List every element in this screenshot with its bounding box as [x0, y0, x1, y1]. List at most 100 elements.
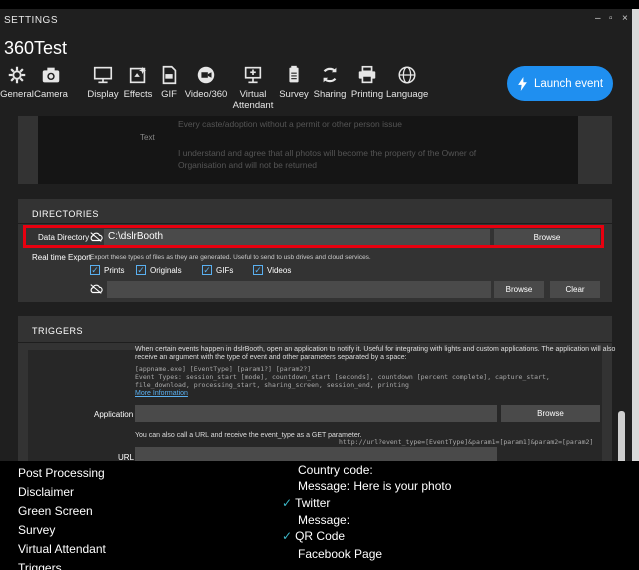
option-prints[interactable]: ✓ Prints: [90, 265, 124, 275]
launch-event-button[interactable]: Launch event: [507, 66, 613, 101]
tab-label: Sharing: [313, 89, 347, 100]
cloud-off-icon: [90, 284, 103, 294]
application-browse-button[interactable]: Browse: [501, 405, 600, 422]
qr-code-option[interactable]: ✓ QR Code: [282, 529, 345, 543]
tab-label: General: [0, 89, 34, 100]
effects-icon: [129, 66, 147, 84]
tab-video360[interactable]: Video/360: [184, 63, 228, 100]
highlight-box: [23, 225, 604, 248]
tab-label: Camera: [34, 89, 68, 100]
tab-effects[interactable]: Effects: [122, 63, 154, 100]
disclaimer-line[interactable]: Every caste/adoption without a permit or…: [178, 119, 402, 129]
gear-icon: [8, 66, 26, 84]
tab-label: GIF: [161, 89, 177, 100]
check-icon: ✓: [282, 496, 293, 510]
profile-name: 360Test: [4, 38, 68, 58]
sidebar-item-survey[interactable]: Survey: [18, 523, 55, 537]
tab-language[interactable]: Language: [386, 63, 428, 100]
realtime-export-description: Export these types of files as they are …: [90, 254, 371, 261]
background-settings-list: Post Processing Disclaimer Green Screen …: [0, 461, 639, 570]
tab-display[interactable]: Display: [86, 63, 120, 100]
monitor-icon: [93, 66, 113, 84]
application-label: Application: [94, 410, 134, 419]
gifs-checkbox[interactable]: ✓: [202, 265, 212, 275]
option-videos[interactable]: ✓ Videos: [253, 265, 291, 275]
url-input[interactable]: [135, 447, 497, 461]
url-description: You can also call a URL and receive the …: [135, 432, 362, 439]
tab-label: Language: [386, 89, 429, 100]
directories-title: DIRECTORIES: [32, 209, 99, 219]
settings-content: Text Every caste/adoption without a perm…: [0, 116, 632, 461]
realtime-clear-button[interactable]: Clear: [550, 281, 600, 298]
tab-general[interactable]: General: [0, 63, 34, 100]
option-originals[interactable]: ✓ Originals: [136, 265, 182, 275]
qr-code-label: QR Code: [295, 529, 346, 543]
disclaimer-line[interactable]: Organisation and will not be returned: [178, 160, 317, 170]
url-example: http://url?event_type=[EventType]&param1…: [339, 438, 594, 446]
minimize-button[interactable]: –: [595, 13, 601, 24]
realtime-browse-button[interactable]: Browse: [494, 281, 544, 298]
tab-sharing[interactable]: Sharing: [312, 63, 348, 100]
originals-checkbox[interactable]: ✓: [136, 265, 146, 275]
disclaimer-panel: Text Every caste/adoption without a perm…: [18, 116, 612, 184]
url-label: URL: [118, 453, 135, 461]
top-strip: [0, 0, 639, 9]
launch-event-label: Launch event: [533, 77, 604, 90]
triggers-panel: TRIGGERS When certain events happen in d…: [18, 316, 615, 461]
disclaimer-text-label: Text: [140, 133, 155, 142]
option-label: Prints: [104, 265, 125, 275]
realtime-export-path-input[interactable]: [107, 281, 491, 298]
tab-label: Virtual Attendant: [232, 89, 274, 111]
videos-checkbox[interactable]: ✓: [253, 265, 263, 275]
prints-checkbox[interactable]: ✓: [90, 265, 100, 275]
maximize-button[interactable]: ▫: [609, 13, 613, 24]
disclaimer-line[interactable]: I understand and agree that all photos w…: [178, 148, 476, 158]
directories-panel: DIRECTORIES Data Directory C:\dslrBooth …: [18, 199, 612, 302]
triggers-title: TRIGGERS: [32, 326, 84, 336]
application-input[interactable]: [135, 405, 497, 422]
window-scrollbar[interactable]: [632, 9, 639, 461]
facebook-page-label: Facebook Page: [298, 547, 383, 561]
option-gifs[interactable]: ✓ GIFs: [202, 265, 233, 275]
window-title: SETTINGS: [4, 15, 59, 26]
camera-icon: [42, 67, 60, 83]
globe-icon: [398, 66, 416, 84]
tab-virtual-attendant[interactable]: Virtual Attendant: [230, 63, 276, 111]
twitter-label: Twitter: [295, 496, 331, 510]
country-code-label: Country code:: [298, 463, 373, 477]
tab-label: Survey: [279, 89, 309, 100]
twitter-message-label: Message:: [298, 513, 351, 527]
tab-printing[interactable]: Printing: [349, 63, 385, 100]
tab-label: Effects: [123, 89, 153, 100]
disclaimer-margin: [558, 116, 578, 184]
title-bar: SETTINGS – ▫ ×: [0, 9, 632, 31]
sidebar-item-post-processing[interactable]: Post Processing: [18, 466, 105, 480]
tab-label: Printing: [350, 89, 384, 100]
sidebar-item-disclaimer[interactable]: Disclaimer: [18, 485, 74, 499]
sidebar-item-triggers[interactable]: Triggers: [18, 561, 62, 570]
printer-icon: [358, 65, 376, 84]
sidebar-item-green-screen[interactable]: Green Screen: [18, 504, 93, 518]
tab-survey[interactable]: Survey: [278, 63, 310, 100]
tab-label: Display: [87, 89, 119, 100]
sidebar-item-virtual-attendant[interactable]: Virtual Attendant: [18, 542, 106, 556]
lightning-icon: [518, 76, 527, 91]
settings-window: SETTINGS – ▫ × 360Test General Camera Di…: [0, 9, 632, 461]
twitter-option[interactable]: ✓ Twitter: [282, 496, 330, 510]
close-button[interactable]: ×: [622, 13, 628, 24]
triggers-description: receive an argument with the type of eve…: [135, 354, 407, 361]
message-text: Message: Here is your photo: [298, 479, 452, 493]
tab-gif[interactable]: GIF: [158, 63, 180, 100]
tab-label: Video/360: [184, 89, 228, 100]
option-label: Originals: [150, 265, 182, 275]
more-information-link[interactable]: More Information: [135, 389, 188, 398]
option-label: GIFs: [216, 265, 234, 275]
tab-camera[interactable]: Camera: [34, 63, 68, 100]
video-icon: [197, 66, 215, 84]
check-icon: ✓: [282, 529, 293, 543]
option-label: Videos: [267, 265, 292, 275]
content-scrollbar-thumb[interactable]: [618, 411, 625, 461]
settings-toolbar: General Camera Display Effects GIF Video…: [0, 63, 440, 123]
section-divider: [18, 223, 612, 224]
section-divider: [18, 342, 612, 343]
